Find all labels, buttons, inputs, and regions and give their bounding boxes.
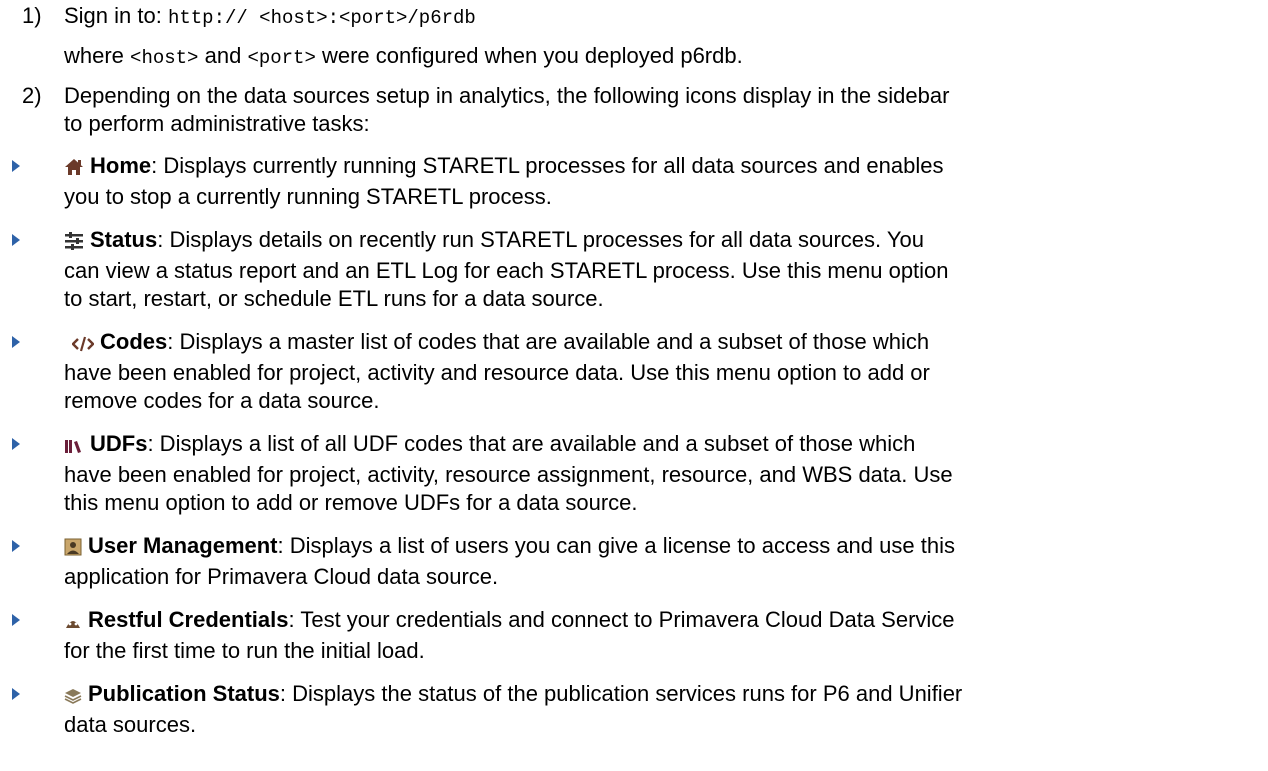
where-word: where [64, 43, 124, 68]
step-2-line-1: Depending on the data sources setup in a… [64, 83, 950, 108]
item-title: User Management [88, 533, 278, 558]
step-2-number: 2) [22, 83, 42, 108]
item-text: : Displays the status of the publication… [279, 681, 963, 706]
item-text: : Displays a list of all UDF codes that … [147, 431, 916, 456]
list-item-restful-credentials: Restful Credentials: Test your credentia… [12, 606, 1254, 665]
item-text: this menu option to add or remove UDFs f… [64, 490, 638, 515]
item-text: for the first time to run the initial lo… [64, 638, 425, 663]
code-icon [71, 331, 95, 359]
item-text: data sources. [64, 712, 197, 737]
list-item-status: Status: Displays details on recently run… [12, 226, 1254, 313]
list-item-user-management: User Management: Displays a list of user… [12, 532, 1254, 591]
step-1: 1) Sign in to: http:// <host>:<port>/p6rd… [22, 2, 476, 32]
bullet-arrow-icon [12, 336, 20, 348]
item-title: Codes [100, 329, 168, 354]
step-1-number: 1) [22, 3, 42, 28]
item-title: Publication Status [88, 681, 280, 706]
item-title: UDFs [90, 431, 148, 456]
item-text: can view a status report and an ETL Log … [64, 258, 949, 283]
item-text: : Displays details on recently run STARE… [157, 227, 924, 252]
item-text: you to stop a currently running STARETL … [64, 184, 552, 209]
where-rest: were configured when you deployed p6rdb. [321, 43, 743, 68]
item-title: Status [90, 227, 158, 252]
list-item-codes: Codes: Displays a master list of codes t… [12, 328, 1254, 415]
bullet-arrow-icon [12, 540, 20, 552]
bullet-arrow-icon [12, 614, 20, 626]
item-text: : Displays a list of users you can give … [277, 533, 955, 558]
step-1-prefix: Sign in to: [64, 3, 162, 28]
step-2: 2) Depending on the data sources setup in… [22, 82, 949, 110]
user-management-icon [64, 535, 82, 563]
list-item-udfs: UDFs: Displays a list of all UDF codes t… [12, 430, 1254, 517]
list-item-home: Home: Displays currently running STARETL… [12, 152, 1254, 211]
item-text: have been enabled for project, activity,… [64, 462, 953, 487]
item-text: : Displays a master list of codes that a… [167, 329, 930, 354]
port-token: <port> [247, 47, 316, 69]
home-icon [64, 155, 84, 183]
item-text: remove codes for a data source. [64, 388, 380, 413]
step-2-line-2: to perform administrative tasks: [64, 111, 370, 136]
bullet-arrow-icon [12, 438, 20, 450]
sign-in-url: http:// <host>:<port>/p6rdb [167, 7, 476, 29]
host-token: <host> [130, 47, 199, 69]
bullet-arrow-icon [12, 688, 20, 700]
bullet-arrow-icon [12, 234, 20, 246]
item-text: : Displays currently running STARETL pro… [151, 153, 944, 178]
publication-status-icon [64, 683, 82, 711]
udf-books-icon [64, 433, 84, 461]
item-text: to start, restart, or schedule ETL runs … [64, 286, 604, 311]
item-title: Home [90, 153, 152, 178]
bullet-arrow-icon [12, 160, 20, 172]
and-word: and [204, 43, 242, 68]
list-item-publication-status: Publication Status: Displays the status … [12, 680, 1254, 739]
status-sliders-icon [64, 229, 84, 257]
item-title: Restful Credentials [88, 607, 289, 632]
restful-credentials-icon [64, 609, 82, 637]
item-text: have been enabled for project, activity … [64, 360, 930, 385]
item-text: : Test your credentials and connect to P… [288, 607, 955, 632]
item-text: application for Primavera Cloud data sou… [64, 564, 499, 589]
step-1-where-line: where <host> and <port> were configured … [64, 42, 1254, 72]
